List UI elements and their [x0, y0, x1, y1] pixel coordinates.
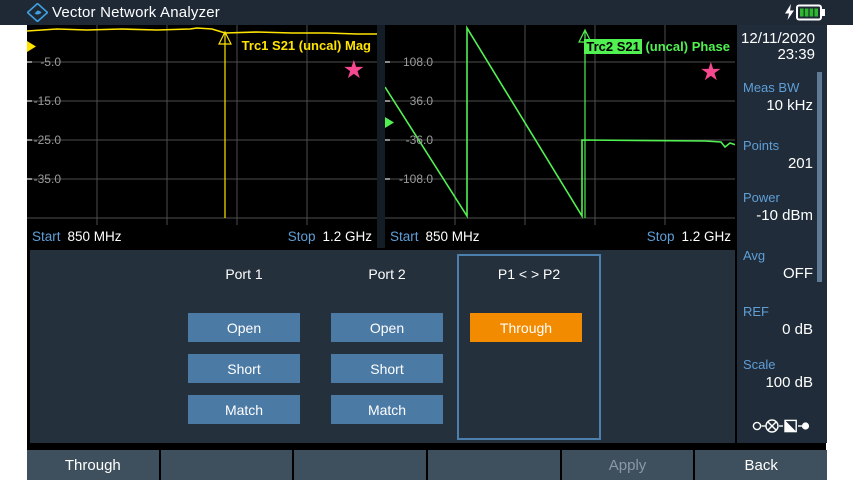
port2-match-button[interactable]: Match — [331, 395, 443, 424]
trace2-plot — [385, 25, 736, 225]
port1-header: Port 1 — [188, 266, 300, 284]
calibration-dialog: Port 1 Port 2 P1 < > P2 Open Short Match… — [30, 250, 735, 443]
date-value: 12/11/2020 — [737, 31, 815, 47]
start-value: 850 MHz — [68, 229, 122, 244]
port2-header: Port 2 — [331, 266, 443, 284]
through-selection-box — [457, 254, 601, 440]
grid-lines — [385, 25, 736, 225]
power-label: Power — [743, 190, 813, 205]
power-value: -10 dBm — [743, 207, 813, 224]
trace2-label-rest: (uncal) Phase — [642, 39, 730, 54]
port2-short-button[interactable]: Short — [331, 354, 443, 383]
sidebar-item-power[interactable]: Power -10 dBm — [737, 190, 827, 224]
meas-bw-value: 10 kHz — [743, 97, 813, 114]
trace2-phase-graph: 108.0 36.0 -36.0 -108.0 Trc2 S21 (uncal)… — [385, 25, 736, 248]
sidebar-item-meas-bw[interactable]: Meas BW 10 kHz — [737, 80, 827, 114]
port1-short-button[interactable]: Short — [188, 354, 300, 383]
app-title: Vector Network Analyzer — [52, 4, 220, 21]
y-axis-ticks — [27, 62, 32, 179]
settings-sidebar: 12/11/2020 23:39 Meas BW 10 kHz Points 2… — [737, 25, 827, 443]
trace2-freq-row: Start 850 MHz Stop 1.2 GHz — [385, 225, 736, 248]
points-value: 201 — [743, 155, 813, 172]
y-tick-label: -25.0 — [29, 133, 61, 147]
ref-value: 0 dB — [743, 321, 813, 338]
softkey-empty-4[interactable] — [428, 450, 560, 480]
trace1-plot — [27, 25, 377, 225]
port1-open-button[interactable]: Open — [188, 313, 300, 342]
trace1-label: Trc1 S21 (uncal) Mag — [242, 38, 371, 53]
datetime-display: 12/11/2020 23:39 — [737, 31, 815, 63]
sidebar-item-points[interactable]: Points 201 — [737, 138, 827, 172]
trace2-ref-arrow-icon — [385, 117, 394, 128]
start-value: 850 MHz — [426, 229, 480, 244]
trace2-label-chip: Trc2 S21 — [584, 39, 642, 54]
softkey-empty-3[interactable] — [294, 450, 426, 480]
time-value: 23:39 — [737, 47, 815, 63]
y-tick-label: -5.0 — [29, 55, 61, 69]
points-label: Points — [743, 138, 813, 153]
y-tick-label: 108.0 — [389, 55, 433, 69]
sidebar-scrollbar[interactable] — [817, 72, 822, 282]
calibration-status-icon — [752, 417, 810, 435]
y-tick-label: -35.0 — [29, 172, 61, 186]
softkey-bar: Through Apply Back — [27, 450, 827, 480]
trace2-label: Trc2 S21 (uncal) Phase — [584, 39, 730, 54]
y-tick-label: -36.0 — [389, 133, 433, 147]
ref-label: REF — [743, 304, 813, 319]
stop-value: 1.2 GHz — [681, 229, 731, 244]
softkey-apply[interactable]: Apply — [562, 450, 694, 480]
trace1-magnitude-graph: -5.0 -15.0 -25.0 -35.0 Trc1 S21 (uncal) … — [27, 25, 377, 248]
trace1-ref-arrow-icon — [27, 41, 36, 52]
stop-label: Stop — [647, 229, 675, 244]
y-tick-label: 36.0 — [389, 94, 433, 108]
grid-lines — [27, 25, 377, 225]
right-margin — [826, 25, 853, 480]
softkey-empty-2[interactable] — [161, 450, 293, 480]
y-tick-label: -15.0 — [29, 94, 61, 108]
marker2-star-icon: ★ — [700, 60, 722, 85]
scale-value: 100 dB — [743, 374, 813, 391]
y-tick-label: -108.0 — [389, 172, 433, 186]
avg-label: Avg — [743, 248, 813, 263]
port2-open-button[interactable]: Open — [331, 313, 443, 342]
vna-screen: Vector Network Analyzer — [0, 0, 853, 480]
trace2-curve — [385, 28, 736, 216]
trace1-curve — [27, 28, 377, 34]
scale-label: Scale — [743, 357, 813, 372]
left-margin — [0, 25, 27, 480]
rohde-schwarz-logo-icon — [27, 3, 48, 22]
title-bar: Vector Network Analyzer — [0, 0, 853, 25]
sidebar-item-ref[interactable]: REF 0 dB — [737, 304, 827, 338]
stop-value: 1.2 GHz — [322, 229, 372, 244]
stop-label: Stop — [288, 229, 316, 244]
sidebar-item-avg[interactable]: Avg OFF — [737, 248, 827, 282]
softkey-through[interactable]: Through — [27, 450, 159, 480]
meas-bw-label: Meas BW — [743, 80, 813, 95]
start-label: Start — [390, 229, 419, 244]
sidebar-item-scale[interactable]: Scale 100 dB — [737, 357, 827, 391]
softkey-back[interactable]: Back — [695, 450, 827, 480]
trace1-freq-row: Start 850 MHz Stop 1.2 GHz — [27, 225, 377, 248]
marker1-star-icon: ★ — [343, 58, 365, 83]
port1-match-button[interactable]: Match — [188, 395, 300, 424]
avg-value: OFF — [743, 265, 813, 282]
battery-charging-icon — [783, 4, 835, 21]
graph-divider — [377, 25, 385, 248]
start-label: Start — [32, 229, 61, 244]
through-button[interactable]: Through — [470, 313, 582, 342]
